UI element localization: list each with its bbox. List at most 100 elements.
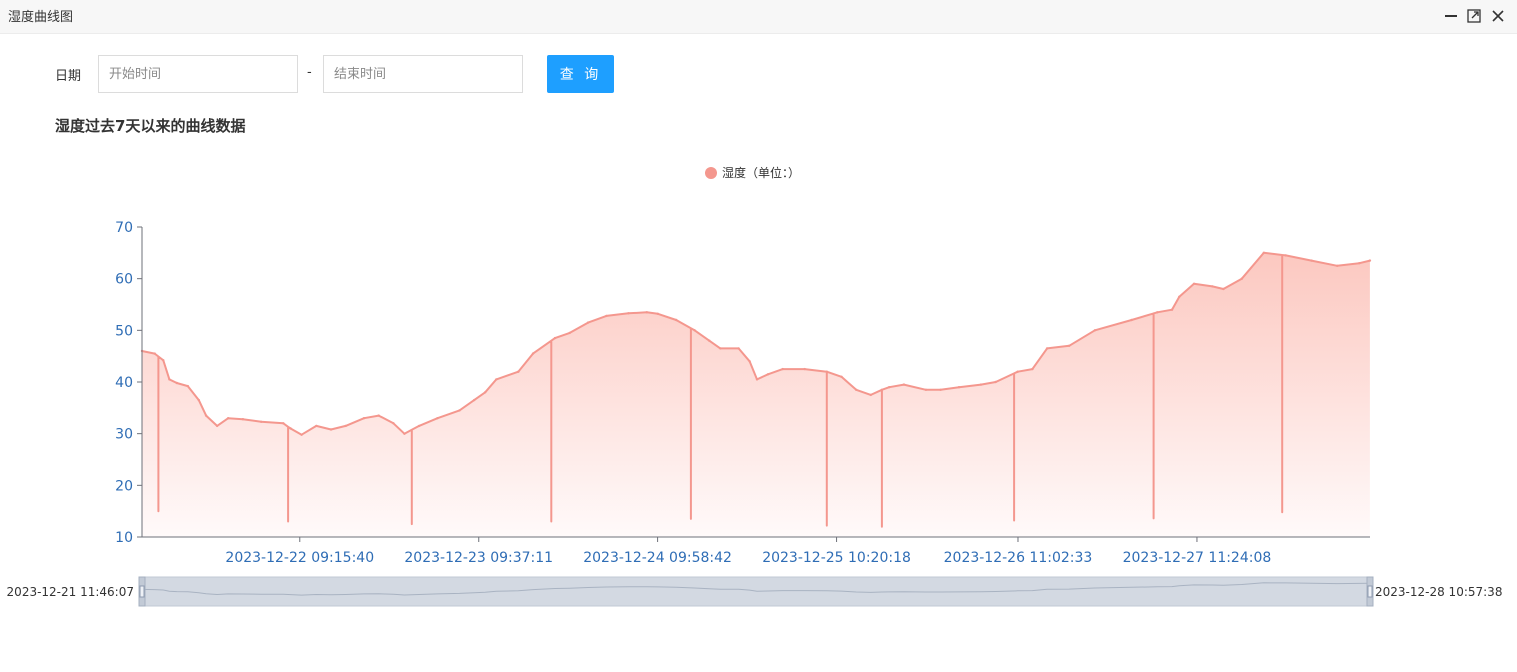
data-point [1016, 370, 1019, 373]
data-point [553, 336, 557, 340]
maximize-icon[interactable] [1463, 5, 1485, 27]
data-point [473, 398, 476, 402]
zoom-grip-right [1367, 585, 1373, 598]
data-point [1170, 308, 1174, 311]
data-point [484, 391, 487, 394]
zoom-grip-left [139, 585, 145, 598]
data-point [605, 314, 608, 318]
data-point [517, 370, 520, 373]
zoom-end-label: 2023-12-28 10:57:38 [1375, 585, 1502, 599]
data-point [737, 347, 740, 350]
data-point [1336, 264, 1339, 267]
data-point [675, 318, 678, 322]
y-tick-label: 70 [115, 220, 133, 236]
data-point [719, 347, 722, 350]
x-tick-label: 2023-12-26 11:02:33 [944, 550, 1093, 566]
close-icon[interactable] [1487, 5, 1509, 27]
x-tick-label: 2023-12-25 10:20:18 [762, 550, 911, 566]
humidity-chart: 湿度（单位：） 10 20 30 40 50 60 70 2023-12-22 09:15:4… [7, 165, 1503, 607]
x-tick-label: 2023-12-24 09:58:42 [583, 550, 732, 566]
data-point [1130, 318, 1133, 322]
query-button[interactable]: 查 询 [547, 55, 614, 93]
data-point [1310, 259, 1313, 262]
x-tick-label: 2023-12-22 09:15:40 [225, 550, 374, 566]
data-point [880, 388, 884, 391]
window-titlebar: 湿度曲线图 [0, 0, 1517, 34]
y-tick-label: 30 [115, 427, 133, 443]
chart-title: 湿度过去7天以来的曲线数据 [55, 117, 246, 135]
data-point [766, 373, 770, 376]
chart-legend[interactable]: 湿度（单位：） [705, 165, 800, 180]
data-point [957, 386, 961, 389]
data-point [586, 321, 590, 324]
data-point [175, 381, 178, 385]
legend-marker [705, 167, 717, 179]
data-point [693, 329, 696, 332]
data-point [1068, 344, 1071, 347]
data-point [215, 424, 219, 428]
data-point [168, 378, 171, 381]
data-point [1222, 287, 1225, 291]
data-point [781, 367, 784, 371]
data-point [869, 393, 872, 397]
y-tick-label: 10 [115, 530, 133, 546]
data-point [748, 360, 751, 363]
data-point [1240, 277, 1244, 280]
y-tick-label: 20 [115, 478, 133, 494]
end-time-input[interactable] [323, 55, 523, 93]
data-point [1284, 254, 1288, 257]
data-point [994, 380, 997, 384]
legend-label: 湿度（单位：） [722, 165, 800, 180]
data-point [377, 414, 380, 417]
data-point [803, 367, 806, 371]
data-point [840, 375, 843, 378]
data-point [392, 422, 395, 425]
data-point [645, 311, 648, 314]
data-point [1156, 311, 1159, 314]
minimize-icon[interactable] [1440, 5, 1462, 27]
y-tick-label: 50 [115, 323, 133, 339]
data-point [939, 388, 942, 391]
data-point [227, 417, 230, 420]
data-point [855, 388, 858, 391]
date-filter-bar: 日期 - 查 询 [0, 55, 1517, 93]
data-point [204, 414, 208, 417]
data-point [344, 424, 347, 428]
start-time-input[interactable] [98, 55, 298, 93]
data-point [1093, 329, 1097, 332]
data-point [186, 384, 189, 388]
data-point [162, 359, 165, 362]
zoom-start-label: 2023-12-21 11:46:07 [7, 585, 134, 599]
data-zoom-slider[interactable]: 2023-12-21 11:46:07 2023-12-28 10:57:38 [7, 576, 1503, 607]
data-point [495, 378, 498, 381]
data-point [458, 409, 461, 412]
data-point [241, 418, 245, 421]
data-point [289, 427, 292, 430]
x-tick-label: 2023-12-27 11:24:08 [1123, 550, 1272, 566]
date-label: 日期 [55, 69, 82, 84]
data-point [1211, 285, 1214, 288]
data-point [568, 331, 571, 335]
data-point [755, 378, 759, 381]
plot-area [140, 251, 1372, 538]
data-point [260, 420, 263, 423]
window-title: 湿度曲线图 [8, 10, 74, 25]
data-point [403, 432, 406, 435]
data-point [300, 433, 303, 436]
data-point [197, 398, 200, 402]
range-separator: - [307, 65, 312, 80]
data-point [417, 424, 421, 428]
data-point [979, 383, 983, 386]
data-point [1368, 259, 1372, 262]
data-point [436, 417, 439, 420]
data-point [888, 386, 891, 389]
data-point [656, 312, 659, 315]
y-tick-label: 40 [115, 375, 133, 391]
data-point [627, 312, 630, 315]
data-point [708, 339, 711, 342]
data-point [282, 422, 285, 425]
data-point [315, 424, 318, 428]
data-point [1045, 347, 1049, 350]
data-point [362, 417, 366, 420]
data-point [924, 388, 928, 391]
